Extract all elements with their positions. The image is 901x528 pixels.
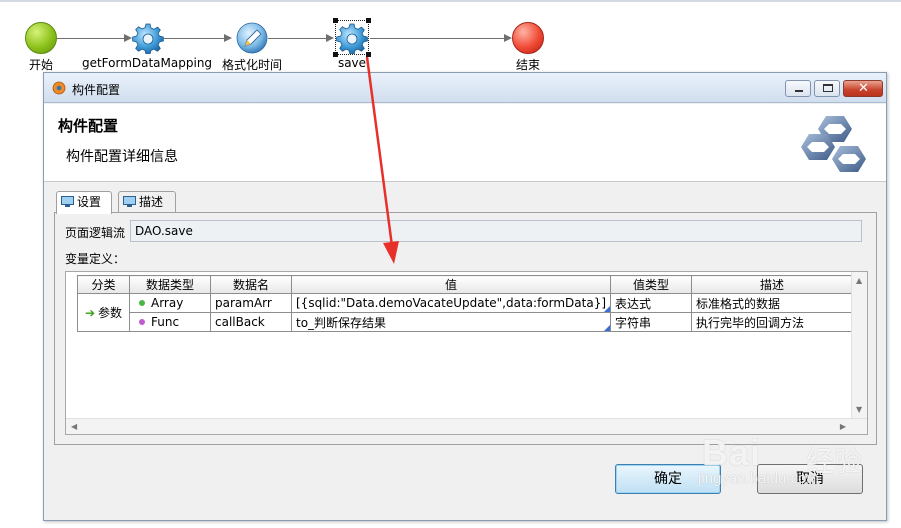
variables-table: 分类 数据类型 数据名 值 值类型 描述 ➔ 参数 Array paramArr… <box>77 275 854 332</box>
watermark: Bai 经验 jingyan.baidu.com <box>690 432 890 512</box>
type-dot-icon <box>139 300 145 306</box>
table-row[interactable]: ➔ 参数 Array paramArr [{sqlid:"Data.demoVac… <box>77 293 854 332</box>
value-cell[interactable]: to_判断保存结果 <box>290 312 612 332</box>
type-cell[interactable]: Func <box>129 312 211 332</box>
flow-diagram: 开始 getFormDataMapping 格式化时间 save 结束 <box>0 0 901 78</box>
table-header-row: 分类 数据类型 数据名 值 值类型 描述 <box>77 275 854 294</box>
flow-connector <box>370 38 504 39</box>
maximize-icon <box>823 84 833 92</box>
column-header[interactable]: 数据类型 <box>129 275 211 294</box>
monitor-icon <box>123 196 136 207</box>
flow-node-getformdatamapping[interactable] <box>132 22 164 54</box>
top-divider <box>0 0 901 2</box>
pen-icon <box>236 22 268 54</box>
category-label: 参数 <box>98 306 123 320</box>
scroll-right-icon[interactable]: ▶ <box>840 422 846 431</box>
tab-label: 设置 <box>77 195 102 209</box>
name-cell[interactable]: paramArr <box>210 293 292 313</box>
flow-connector <box>268 38 326 39</box>
value-type-cell[interactable]: 字符串 <box>610 312 693 332</box>
gear-icon <box>336 23 368 54</box>
gear-icon <box>132 23 164 54</box>
tab-label: 描述 <box>139 195 164 209</box>
scroll-down-icon[interactable]: ▼ <box>856 405 862 414</box>
scroll-up-icon[interactable]: ▲ <box>856 276 862 285</box>
vertical-scrollbar[interactable]: ▲ ▼ <box>851 272 867 418</box>
flow-connector <box>164 38 224 39</box>
flow-node-label: getFormDataMapping <box>81 56 213 70</box>
tab-description[interactable]: 描述 <box>118 191 176 213</box>
description-cell[interactable]: 标准格式的数据 <box>691 293 854 313</box>
type-dot-icon <box>139 319 145 325</box>
dialog-titlebar[interactable]: 构件配置 ✕ <box>44 73 886 103</box>
minimize-icon <box>795 90 803 92</box>
flow-connector <box>57 38 124 39</box>
gear-icon <box>52 81 66 95</box>
header-title: 构件配置 <box>58 117 119 135</box>
table-row[interactable]: Func callBack to_判断保存结果 字符串 执行完毕的回调方法 <box>78 312 854 332</box>
type-cell[interactable]: Array <box>129 293 211 313</box>
column-header[interactable]: 数据名 <box>210 275 292 294</box>
dialog-header: 构件配置 构件配置详细信息 <box>44 104 886 182</box>
monitor-icon <box>61 196 74 207</box>
value-text: to_判断保存结果 <box>296 315 387 330</box>
flow-node-label: 开始 <box>28 58 54 72</box>
column-header[interactable]: 分类 <box>77 275 130 294</box>
column-header[interactable]: 描述 <box>691 275 854 294</box>
flow-node-start[interactable] <box>25 22 57 54</box>
scroll-left-icon[interactable]: ◀ <box>71 422 77 431</box>
page-flow-field[interactable]: DAO.save <box>130 220 862 242</box>
column-header[interactable]: 值 <box>290 275 612 294</box>
variables-label: 变量定义： <box>65 252 126 266</box>
edit-corner-icon <box>604 306 611 312</box>
dialog-title: 构件配置 <box>72 83 121 97</box>
flow-arrowhead <box>224 34 232 42</box>
flow-arrowhead <box>124 34 132 42</box>
tab-settings[interactable]: 设置 <box>56 191 112 214</box>
maximize-button[interactable] <box>814 80 840 97</box>
minimize-button[interactable] <box>785 80 811 97</box>
name-cell[interactable]: callBack <box>210 312 292 332</box>
description-cell[interactable]: 执行完毕的回调方法 <box>691 312 854 332</box>
flow-arrowhead <box>504 34 512 42</box>
type-label: Array <box>151 296 184 310</box>
column-header[interactable]: 值类型 <box>610 275 693 294</box>
flow-node-label: save <box>337 56 367 70</box>
flow-node-end[interactable] <box>512 22 544 54</box>
value-cell[interactable]: [{sqlid:"Data.demoVacateUpdate",data:for… <box>290 293 612 313</box>
page-flow-label: 页面逻辑流 <box>65 226 126 240</box>
type-label: Func <box>151 315 180 329</box>
value-type-cell[interactable]: 表达式 <box>610 293 693 313</box>
watermark-url: jingyan.baidu.com <box>698 470 819 487</box>
value-text: [{sqlid:"Data.demoVacateUpdate",data:for… <box>296 296 607 310</box>
config-logo-icon <box>801 116 866 172</box>
flow-node-label: 格式化时间 <box>221 58 283 72</box>
settings-panel: 页面逻辑流 DAO.save 变量定义： 分类 数据类型 数据名 值 值类型 描… <box>54 212 877 445</box>
watermark-brand: Bai <box>702 432 762 473</box>
category-cell[interactable]: ➔ 参数 <box>77 293 130 332</box>
arrow-right-icon: ➔ <box>84 306 96 320</box>
header-subtitle: 构件配置详细信息 <box>66 149 178 165</box>
close-button[interactable]: ✕ <box>843 80 883 97</box>
flow-node-format-time[interactable] <box>236 22 268 54</box>
flow-node-label: 结束 <box>515 58 541 72</box>
edit-corner-icon <box>604 325 611 331</box>
variables-grid[interactable]: 分类 数据类型 数据名 值 值类型 描述 ➔ 参数 Array paramArr… <box>65 271 868 435</box>
flow-node-save[interactable] <box>336 22 368 54</box>
flow-arrowhead <box>326 34 334 42</box>
close-icon: ✕ <box>858 81 869 96</box>
